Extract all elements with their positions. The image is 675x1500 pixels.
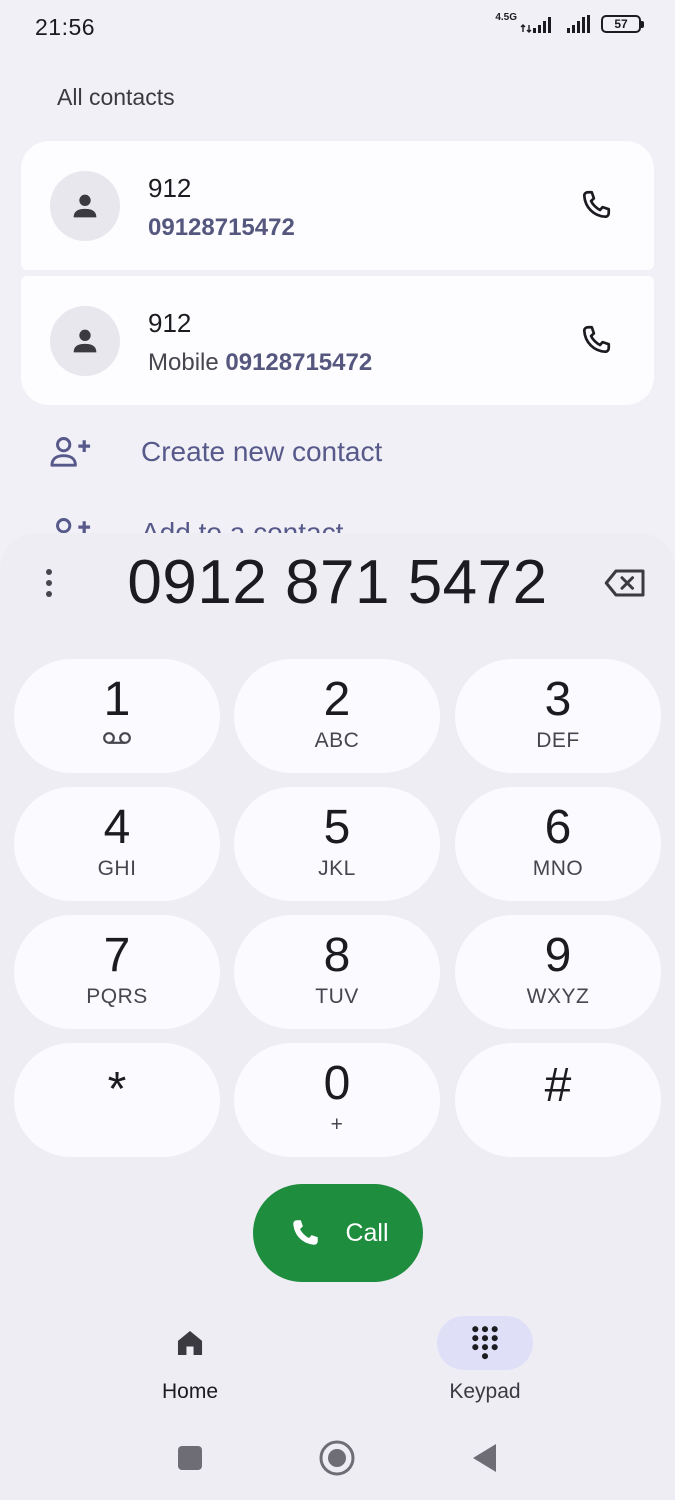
avatar — [50, 306, 120, 376]
backspace-icon — [604, 569, 645, 597]
key-letters: + — [330, 1113, 344, 1136]
contact-number: Mobile 09128715472 — [148, 349, 372, 377]
nav-keypad-icon-wrap — [437, 1316, 533, 1370]
contact-name: 912 — [148, 308, 192, 338]
more-vert-icon-dot — [46, 580, 52, 586]
recents-button[interactable] — [168, 1436, 212, 1480]
key-6[interactable]: 6 MNO — [455, 787, 661, 901]
dialed-number-display[interactable]: 0912 871 5472 — [90, 547, 585, 618]
key-digit: 3 — [544, 673, 572, 726]
bottom-navigation: Home Keypad — [0, 1300, 675, 1410]
phone-icon — [582, 325, 611, 354]
key-digit: 8 — [323, 929, 351, 982]
section-title-all-contacts: All contacts — [57, 84, 175, 110]
key-letters: GHI — [97, 857, 137, 880]
key-digit: 2 — [323, 673, 351, 726]
key-4[interactable]: 4 GHI — [14, 787, 220, 901]
more-vert-icon-dot — [46, 591, 52, 597]
call-label: Call — [345, 1218, 389, 1247]
person-add-icon — [48, 432, 94, 472]
contact-number-digits: 09128715472 — [225, 349, 373, 376]
back-button[interactable] — [462, 1436, 506, 1480]
dialpad-icon — [472, 1326, 498, 1360]
key-hash[interactable]: # — [455, 1043, 661, 1157]
contact-call-button[interactable] — [576, 185, 616, 225]
phone-icon — [293, 1220, 319, 1245]
key-9[interactable]: 9 WXYZ — [455, 915, 661, 1029]
system-navigation — [0, 1420, 675, 1500]
signal-icon — [520, 17, 551, 33]
create-new-contact-label: Create new contact — [141, 436, 383, 467]
key-digit: 7 — [103, 929, 131, 982]
home-icon — [177, 1330, 203, 1356]
key-letters: WXYZ — [526, 985, 590, 1008]
call-button[interactable]: Call — [253, 1184, 423, 1282]
network-type-label: 4.5G — [495, 11, 517, 23]
back-triangle-icon — [473, 1444, 496, 1472]
phone-screen: 21:56 4.5G 57 All contacts 912 091287154… — [0, 0, 675, 1500]
key-digit: 6 — [544, 801, 572, 854]
person-icon — [73, 194, 97, 218]
signal-icon-secondary — [567, 15, 590, 33]
keypad-grid: 1 2 ABC 3 DEF 4 GHI 5 JKL 6 MNO 7 PQRS 8… — [14, 659, 661, 1159]
key-digit: 4 — [103, 801, 131, 854]
key-letters: ABC — [314, 729, 360, 752]
contact-card[interactable]: 912 09128715472 — [21, 141, 654, 270]
system-home-button[interactable] — [315, 1436, 359, 1480]
voicemail-icon — [103, 732, 131, 744]
nav-home[interactable]: Home — [110, 1316, 270, 1406]
key-3[interactable]: 3 DEF — [455, 659, 661, 773]
phone-icon — [582, 190, 611, 219]
key-digit: * — [107, 1063, 127, 1116]
contact-number-type: Mobile — [148, 349, 226, 376]
key-letters: PQRS — [86, 985, 148, 1008]
avatar — [50, 171, 120, 241]
key-2[interactable]: 2 ABC — [234, 659, 440, 773]
status-bar: 21:56 4.5G 57 — [0, 0, 675, 58]
home-circle-icon — [319, 1440, 355, 1476]
backspace-button[interactable] — [603, 563, 647, 603]
key-0[interactable]: 0 + — [234, 1043, 440, 1157]
key-letters: JKL — [318, 857, 356, 880]
nav-keypad-label: Keypad — [449, 1380, 521, 1403]
nav-home-label: Home — [161, 1380, 219, 1403]
contact-call-button[interactable] — [576, 320, 616, 360]
key-letters: MNO — [532, 857, 584, 880]
recents-square-icon — [178, 1446, 202, 1470]
key-8[interactable]: 8 TUV — [234, 915, 440, 1029]
contact-card[interactable]: 912 Mobile 09128715472 — [21, 276, 654, 405]
status-icons: 4.5G 57 — [495, 11, 644, 34]
more-vert-icon-dot — [46, 569, 52, 575]
battery-level: 57 — [614, 17, 628, 31]
key-letters: TUV — [315, 985, 359, 1008]
more-options-button[interactable] — [34, 563, 64, 603]
nav-home-icon-wrap — [142, 1316, 238, 1370]
key-digit: # — [544, 1059, 572, 1112]
key-digit: 5 — [323, 801, 351, 854]
contact-name: 912 — [148, 173, 192, 203]
battery-icon: 57 — [601, 15, 644, 33]
key-digit: 0 — [323, 1057, 351, 1110]
key-star[interactable]: * — [14, 1043, 220, 1157]
contact-number: 09128715472 — [148, 214, 295, 242]
person-icon — [73, 329, 97, 353]
create-new-contact-button[interactable]: Create new contact — [48, 424, 608, 480]
key-digit: 9 — [544, 929, 572, 982]
key-digit: 1 — [103, 673, 131, 726]
key-letters: DEF — [536, 729, 580, 752]
nav-keypad[interactable]: Keypad — [405, 1316, 565, 1406]
status-time: 21:56 — [35, 14, 96, 40]
key-5[interactable]: 5 JKL — [234, 787, 440, 901]
key-1[interactable]: 1 — [14, 659, 220, 773]
key-7[interactable]: 7 PQRS — [14, 915, 220, 1029]
contact-number-digits: 09128715472 — [148, 214, 295, 241]
